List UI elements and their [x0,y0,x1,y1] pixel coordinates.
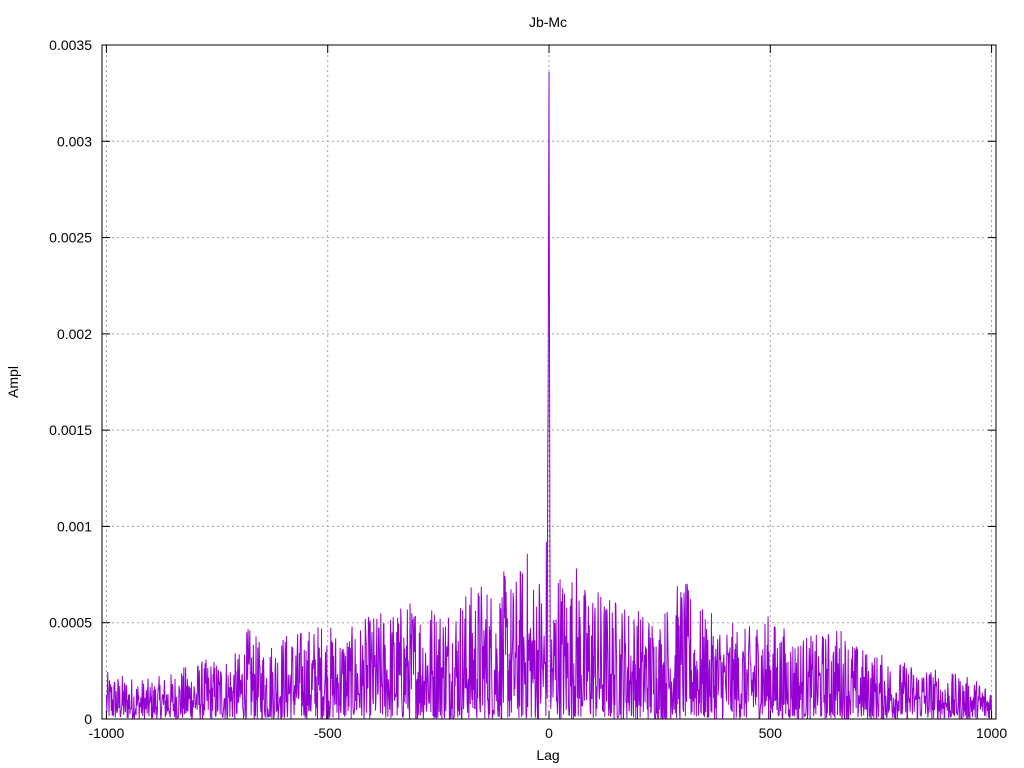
x-axis-label: Lag [536,747,559,763]
y-tick-label: 0 [84,711,92,727]
y-axis-label: Ampl [5,366,21,398]
y-tick-label: 0.0035 [49,37,92,53]
x-tick-label: -1000 [89,725,125,741]
x-tick-label: 0 [545,725,553,741]
y-tick-label: 0.001 [57,518,92,534]
x-tick-label: -500 [314,725,342,741]
y-tick-label: 0.0005 [49,615,92,631]
x-tick-label: 1000 [976,725,1007,741]
y-tick-label: 0.0025 [49,230,92,246]
x-tick-label: 500 [759,725,783,741]
chart-title: Jb-Mc [529,14,567,30]
y-tick-label: 0.002 [57,326,92,342]
y-tick-label: 0.0015 [49,422,92,438]
chart: Jb-Mc -1000 -500 0 500 1000 0 0.0005 0.001 0.00… [5,14,1007,763]
y-tick-label: 0.003 [57,133,92,149]
